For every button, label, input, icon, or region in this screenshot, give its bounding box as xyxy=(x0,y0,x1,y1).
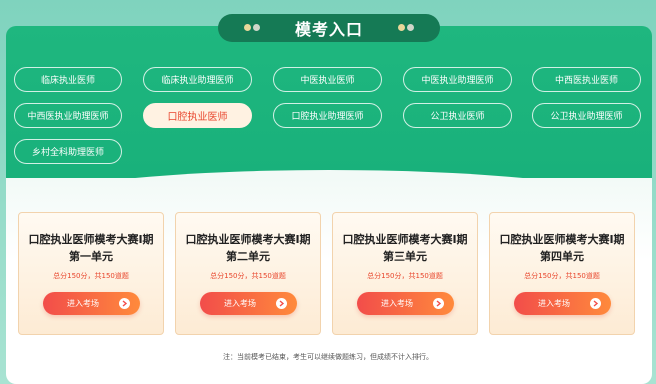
card-title: 口腔执业医师模考大赛Ⅰ期 第四单元 xyxy=(499,233,625,263)
chevron-right-circle-icon xyxy=(119,298,130,309)
category-clinical-physician[interactable]: 临床执业医师 xyxy=(14,67,122,92)
chevron-right-circle-icon xyxy=(276,298,287,309)
page-title-tab: 模考入口 xyxy=(218,14,440,42)
footer-note: 注：当前模考已结束，考生可以继续做题练习，但成绩不计入排行。 xyxy=(223,353,433,361)
enter-exam-button[interactable]: 进入考场 xyxy=(43,292,140,315)
enter-exam-button[interactable]: 进入考场 xyxy=(200,292,297,315)
card-title: 口腔执业医师模考大赛Ⅰ期 第二单元 xyxy=(185,233,311,263)
exam-card: 口腔执业医师模考大赛Ⅰ期 第四单元 总分150分，共150道题 进入考场 xyxy=(489,212,635,335)
category-public-health-assistant[interactable]: 公卫执业助理医师 xyxy=(532,103,641,128)
category-integrated-assistant[interactable]: 中西医执业助理医师 xyxy=(14,103,122,128)
category-integrated-physician[interactable]: 中西医执业医师 xyxy=(532,67,641,92)
card-score-info: 总分150分，共150道题 xyxy=(53,272,129,280)
page-title: 模考入口 xyxy=(294,20,363,39)
category-dental-assistant[interactable]: 口腔执业助理医师 xyxy=(273,103,382,128)
category-clinical-assistant[interactable]: 临床执业助理医师 xyxy=(143,67,252,92)
card-title: 口腔执业医师模考大赛Ⅰ期 第三单元 xyxy=(342,233,468,263)
card-title: 口腔执业医师模考大赛Ⅰ期 第一单元 xyxy=(28,233,154,263)
category-public-health-physician[interactable]: 公卫执业医师 xyxy=(403,103,512,128)
exam-card: 口腔执业医师模考大赛Ⅰ期 第三单元 总分150分，共150道题 进入考场 xyxy=(332,212,478,335)
category-tcm-physician[interactable]: 中医执业医师 xyxy=(273,67,382,92)
category-rural-general-assistant[interactable]: 乡村全科助理医师 xyxy=(14,139,122,164)
card-score-info: 总分150分，共150道题 xyxy=(210,272,286,280)
card-score-info: 总分150分，共150道题 xyxy=(524,272,600,280)
enter-exam-button[interactable]: 进入考场 xyxy=(514,292,611,315)
card-score-info: 总分150分，共150道题 xyxy=(367,272,443,280)
exam-card: 口腔执业医师模考大赛Ⅰ期 第一单元 总分150分，共150道题 进入考场 xyxy=(18,212,164,335)
decor-dots-right-icon xyxy=(398,24,414,31)
exam-card: 口腔执业医师模考大赛Ⅰ期 第二单元 总分150分，共150道题 进入考场 xyxy=(175,212,321,335)
category-dental-physician[interactable]: 口腔执业医师 xyxy=(143,103,252,128)
category-tcm-assistant[interactable]: 中医执业助理医师 xyxy=(403,67,512,92)
exam-entry-page: 模考入口 临床执业医师 临床执业助理医师 中医执业医师 中医执业助理医师 中西医… xyxy=(2,0,654,384)
chevron-right-circle-icon xyxy=(433,298,444,309)
enter-exam-button[interactable]: 进入考场 xyxy=(357,292,454,315)
chevron-right-circle-icon xyxy=(590,298,601,309)
decor-dots-left-icon xyxy=(244,24,260,31)
